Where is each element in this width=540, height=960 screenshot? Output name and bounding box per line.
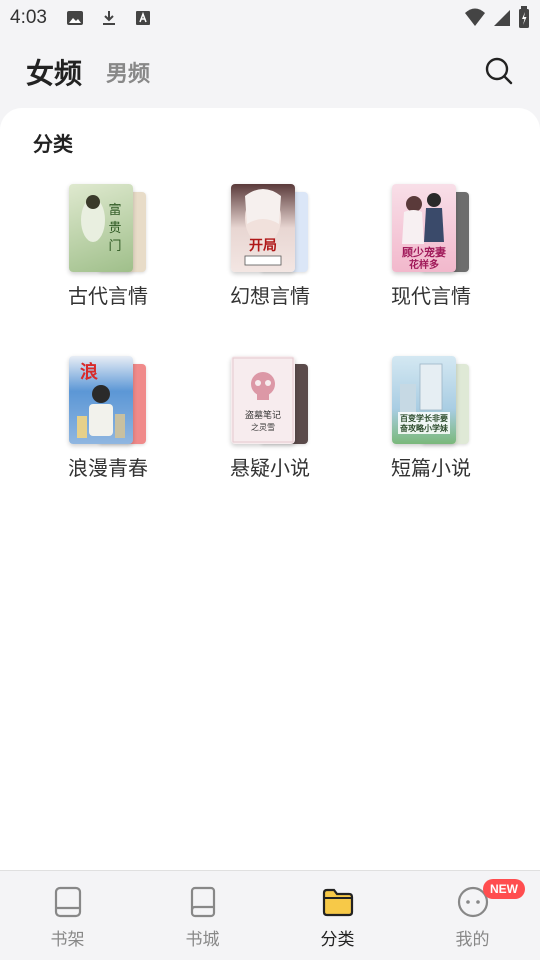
- font-icon: [133, 8, 153, 28]
- book-cover: 盗墓笔记 之灵雪: [225, 356, 315, 446]
- section-title: 分类: [33, 132, 73, 156]
- svg-text:浪: 浪: [80, 361, 98, 383]
- svg-text:开局: 开局: [249, 238, 277, 254]
- svg-text:门: 门: [108, 239, 121, 254]
- nav-label: 书城: [185, 930, 220, 950]
- tab-female[interactable]: 女频: [26, 52, 82, 92]
- category-label: 悬疑小说: [230, 456, 310, 480]
- category-item-modern-romance[interactable]: 顾少宠妻 花样多 现代言情: [361, 184, 501, 324]
- category-label: 幻想言情: [230, 284, 310, 308]
- svg-text:奋攻略小学妹: 奋攻略小学妹: [399, 423, 449, 433]
- category-item-youth-romance[interactable]: 浪 浪漫青春: [38, 356, 178, 496]
- svg-text:盗墓笔记: 盗墓笔记: [245, 409, 281, 421]
- nav-item-bookshelf[interactable]: 书架: [0, 871, 135, 960]
- svg-text:顾少宠妻: 顾少宠妻: [402, 245, 446, 259]
- svg-text:百变学长非要: 百变学长非要: [400, 413, 448, 423]
- bottom-navigation: 书架 书城 分类 我的 NEW: [0, 870, 540, 960]
- book-cover: 百变学长非要 奋攻略小学妹: [386, 356, 476, 446]
- nav-item-bookstore[interactable]: 书城: [135, 871, 270, 960]
- nav-item-profile[interactable]: 我的 NEW: [405, 871, 540, 960]
- nav-label: 分类: [320, 930, 355, 950]
- front-cover: 盗墓笔记 之灵雪: [231, 356, 295, 444]
- front-cover: 开局: [231, 184, 295, 272]
- tab-male[interactable]: 男频: [106, 56, 150, 88]
- svg-text:花样多: 花样多: [409, 258, 439, 271]
- top-header: 女频 男频: [0, 40, 540, 104]
- status-bar: 4:03: [0, 0, 540, 36]
- image-icon: [65, 8, 85, 28]
- category-label: 短篇小说: [391, 456, 471, 480]
- book-icon: [190, 886, 215, 918]
- nav-label: 书架: [50, 930, 85, 950]
- category-label: 浪漫青春: [68, 456, 148, 480]
- new-badge: NEW: [483, 879, 525, 899]
- search-icon[interactable]: [484, 56, 514, 86]
- nav-item-category[interactable]: 分类: [270, 871, 405, 960]
- bookshelf-icon: [54, 886, 81, 918]
- svg-text:富: 富: [108, 202, 121, 218]
- wifi-icon: [464, 7, 486, 32]
- signal-icon: [492, 7, 512, 32]
- category-panel: 分类 富 贵 门 古代言情 开局 幻想言情 顾少宠妻 花样多 现代言情 浪 浪漫…: [0, 108, 540, 870]
- front-cover: 百变学长非要 奋攻略小学妹: [392, 356, 456, 444]
- folder-icon: [322, 888, 353, 917]
- book-cover: 顾少宠妻 花样多: [386, 184, 476, 274]
- category-label: 现代言情: [391, 284, 471, 308]
- status-time: 4:03: [10, 7, 47, 28]
- front-cover: 浪: [69, 356, 133, 444]
- front-cover: 富 贵 门: [69, 184, 133, 272]
- category-item-ancient-romance[interactable]: 富 贵 门 古代言情: [38, 184, 178, 324]
- category-item-fantasy-romance[interactable]: 开局 幻想言情: [200, 184, 340, 324]
- category-label: 古代言情: [68, 284, 148, 308]
- book-cover: 开局: [225, 184, 315, 274]
- front-cover: 顾少宠妻 花样多: [392, 184, 456, 272]
- book-cover: 富 贵 门: [63, 184, 153, 274]
- category-item-short-story[interactable]: 百变学长非要 奋攻略小学妹 短篇小说: [361, 356, 501, 496]
- svg-text:贵: 贵: [108, 221, 121, 236]
- nav-label: 我的: [455, 930, 490, 950]
- battery-icon: [518, 6, 530, 33]
- svg-text:之灵雪: 之灵雪: [251, 422, 275, 432]
- category-item-mystery-novel[interactable]: 盗墓笔记 之灵雪 悬疑小说: [200, 356, 340, 496]
- download-icon: [99, 8, 119, 28]
- book-cover: 浪: [63, 356, 153, 446]
